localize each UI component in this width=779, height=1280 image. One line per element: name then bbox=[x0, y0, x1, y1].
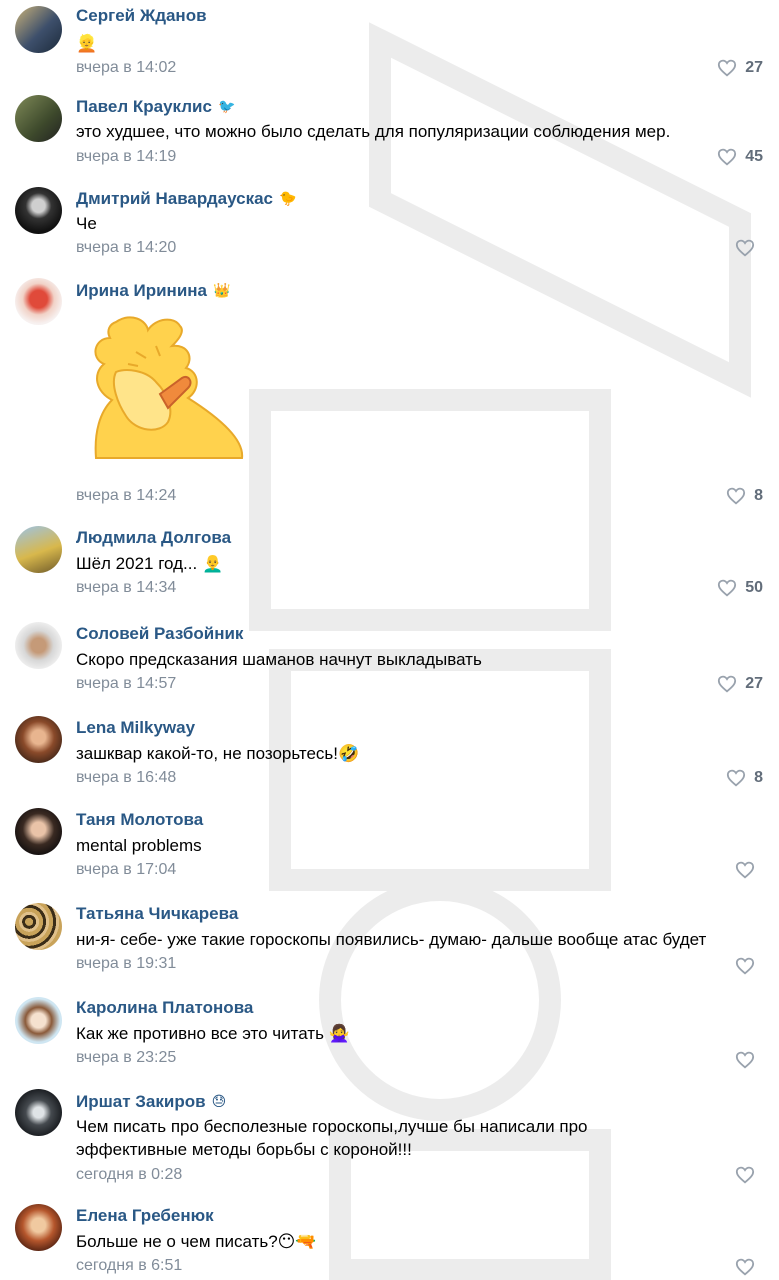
heart-icon bbox=[727, 487, 746, 505]
comment-time[interactable]: вчера в 23:25 bbox=[76, 1048, 176, 1068]
heart-icon bbox=[735, 1258, 755, 1276]
comment-author[interactable]: Елена Гребенюк bbox=[76, 1205, 214, 1227]
like-button[interactable]: 27 bbox=[717, 673, 763, 695]
avatar[interactable] bbox=[15, 95, 62, 142]
comment-author[interactable]: Соловей Разбойник bbox=[76, 623, 243, 645]
heart-icon bbox=[735, 957, 755, 975]
like-count: 50 bbox=[745, 579, 763, 596]
comment-text: mental problems bbox=[76, 836, 202, 855]
like-button[interactable]: 27 bbox=[717, 57, 763, 79]
avatar[interactable] bbox=[15, 1089, 62, 1136]
heart-icon bbox=[718, 59, 737, 77]
status-emoji: 😓 bbox=[211, 1093, 227, 1109]
heart-icon bbox=[735, 239, 755, 257]
avatar[interactable] bbox=[15, 903, 62, 950]
like-count: 45 bbox=[745, 148, 763, 165]
comment-time[interactable]: вчера в 16:48 bbox=[76, 768, 176, 788]
avatar[interactable] bbox=[15, 187, 62, 234]
status-emoji: 👑 bbox=[213, 282, 231, 298]
like-button[interactable] bbox=[735, 859, 763, 881]
like-button[interactable] bbox=[735, 1256, 763, 1278]
comment-text: ни-я- себе- уже такие гороскопы появилис… bbox=[76, 930, 707, 949]
comment-time[interactable]: вчера в 14:34 bbox=[76, 578, 176, 598]
comment-author[interactable]: Каролина Платонова bbox=[76, 997, 253, 1019]
avatar[interactable] bbox=[15, 622, 62, 669]
comment-time[interactable]: вчера в 14:57 bbox=[76, 674, 176, 694]
comment-text: Че bbox=[76, 214, 97, 233]
comment-time[interactable]: вчера в 19:31 bbox=[76, 954, 176, 974]
like-button[interactable] bbox=[735, 237, 763, 259]
comment-author[interactable]: Дмитрий Навардаускас 🐤 bbox=[76, 187, 296, 210]
status-emoji: 🐦 bbox=[217, 98, 236, 114]
avatar[interactable] bbox=[15, 278, 62, 325]
heart-icon bbox=[718, 579, 737, 597]
avatar[interactable] bbox=[15, 716, 62, 763]
status-emoji: 🐤 bbox=[279, 190, 297, 206]
like-button[interactable] bbox=[735, 955, 763, 977]
heart-icon bbox=[735, 1166, 755, 1184]
comment-author[interactable]: Павел Крауклис 🐦 bbox=[76, 95, 235, 118]
comment-author[interactable]: Татьяна Чичкарева bbox=[76, 903, 238, 925]
comment-time[interactable]: сегодня в 6:51 bbox=[76, 1256, 182, 1276]
comment-author[interactable]: Lena Milkyway bbox=[76, 717, 195, 739]
heart-icon bbox=[727, 769, 746, 787]
comment-text: 👱 bbox=[76, 34, 98, 53]
like-button[interactable]: 8 bbox=[726, 767, 763, 789]
heart-icon bbox=[718, 148, 737, 166]
comment-text: зашквар какой-то, не позорьтесь!🤣 bbox=[76, 744, 360, 763]
avatar[interactable] bbox=[15, 526, 62, 573]
heart-icon bbox=[718, 675, 737, 693]
avatar[interactable] bbox=[15, 1204, 62, 1251]
comment-text: это худшее, что можно было сделать для п… bbox=[76, 122, 671, 141]
like-count: 8 bbox=[754, 769, 763, 786]
facepalm-bird-sticker bbox=[94, 316, 244, 459]
comment-time[interactable]: сегодня в 0:28 bbox=[76, 1165, 182, 1185]
avatar[interactable] bbox=[15, 6, 62, 53]
comment-text: Скоро предсказания шаманов начнут выклад… bbox=[76, 650, 482, 669]
heart-icon bbox=[735, 1051, 755, 1069]
like-count: 27 bbox=[745, 59, 763, 76]
avatar[interactable] bbox=[15, 997, 62, 1044]
comment-text: Чем писать про бесполезные гороскопы,луч… bbox=[76, 1117, 588, 1159]
comment-time[interactable]: вчера в 14:02 bbox=[76, 58, 176, 78]
like-button[interactable]: 50 bbox=[717, 577, 763, 599]
like-count: 8 bbox=[754, 487, 763, 504]
comment-author[interactable]: Иршат Закиров 😓 bbox=[76, 1090, 226, 1113]
heart-icon bbox=[735, 861, 755, 879]
comment-text: Как же противно все это читать 🙅‍♀️ bbox=[76, 1024, 350, 1043]
like-button[interactable] bbox=[735, 1164, 763, 1186]
comment-time[interactable]: вчера в 17:04 bbox=[76, 860, 176, 880]
comment-time[interactable]: вчера в 14:19 bbox=[76, 147, 176, 167]
comment-author[interactable]: Ирина Иринина 👑 bbox=[76, 279, 230, 302]
like-button[interactable]: 8 bbox=[726, 485, 763, 507]
like-count: 27 bbox=[745, 675, 763, 692]
comment-time[interactable]: вчера в 14:20 bbox=[76, 238, 176, 258]
comment-text: Шёл 2021 год... 👨‍🦲 bbox=[76, 554, 224, 573]
comment-time[interactable]: вчера в 14:24 bbox=[76, 486, 176, 506]
avatar[interactable] bbox=[15, 808, 62, 855]
comment-author[interactable]: Людмила Долгова bbox=[76, 527, 231, 549]
comment-text: Больше не о чем писать?😶🔫 bbox=[76, 1232, 317, 1251]
comment-author[interactable]: Таня Молотова bbox=[76, 809, 203, 831]
like-button[interactable] bbox=[735, 1049, 763, 1071]
comment-author[interactable]: Сергей Жданов bbox=[76, 5, 207, 27]
like-button[interactable]: 45 bbox=[717, 146, 763, 168]
